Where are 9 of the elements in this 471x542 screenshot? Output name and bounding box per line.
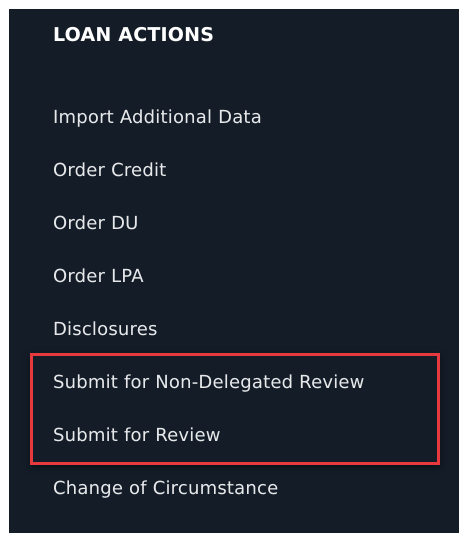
action-link[interactable]: Submit for Non-Delegated Review	[53, 356, 437, 409]
action-link[interactable]: Import Additional Data	[53, 91, 459, 144]
action-link[interactable]: Order LPA	[53, 250, 459, 303]
action-link[interactable]: Order DU	[53, 197, 459, 250]
action-link[interactable]: Order Credit	[53, 144, 459, 197]
action-link[interactable]: Submit for Review	[53, 409, 437, 462]
section-title: LOAN ACTIONS	[53, 23, 216, 47]
action-link[interactable]: Disclosures	[53, 303, 459, 356]
action-link[interactable]: Change of Circumstance	[53, 462, 459, 515]
